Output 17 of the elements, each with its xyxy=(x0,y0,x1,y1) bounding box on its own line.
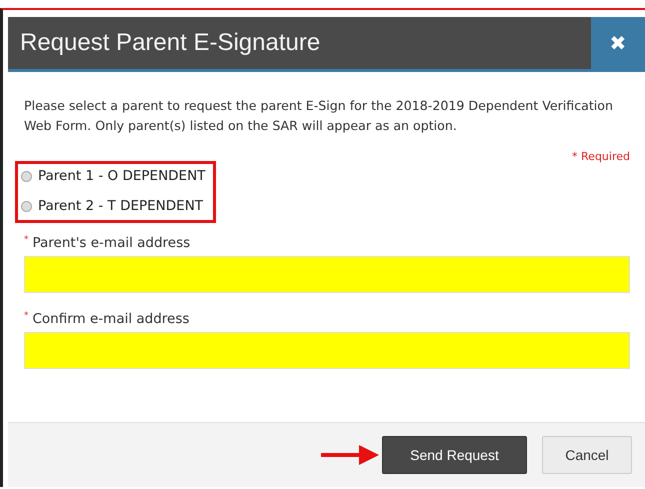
required-note: * Required xyxy=(572,150,630,163)
required-mark: * xyxy=(24,235,28,245)
instructions-text: Please select a parent to request the parent E-Sign for the 2018-2019 Dependent Verification Web Form. Only parent(s) listed on the SAR will appear as an option. xyxy=(24,97,614,135)
required-mark: * xyxy=(24,311,28,321)
field-label: Parent's e-mail address xyxy=(32,235,190,251)
cancel-button[interactable]: Cancel xyxy=(542,436,632,474)
field-label: Confirm e-mail address xyxy=(32,311,190,327)
radio-label[interactable]: Parent 1 - O DEPENDENT xyxy=(38,168,206,184)
send-button[interactable]: Send Request xyxy=(382,436,527,474)
arrow-icon xyxy=(319,442,381,468)
radio-button[interactable] xyxy=(21,200,32,212)
dialog-title: Request Parent E-Signature xyxy=(8,17,591,69)
email-field[interactable] xyxy=(24,332,630,369)
radio-label[interactable]: Parent 2 - T DEPENDENT xyxy=(38,198,204,214)
close-button[interactable]: ✖ xyxy=(591,17,645,69)
radio-button[interactable] xyxy=(21,170,32,182)
email-field[interactable] xyxy=(24,256,630,293)
